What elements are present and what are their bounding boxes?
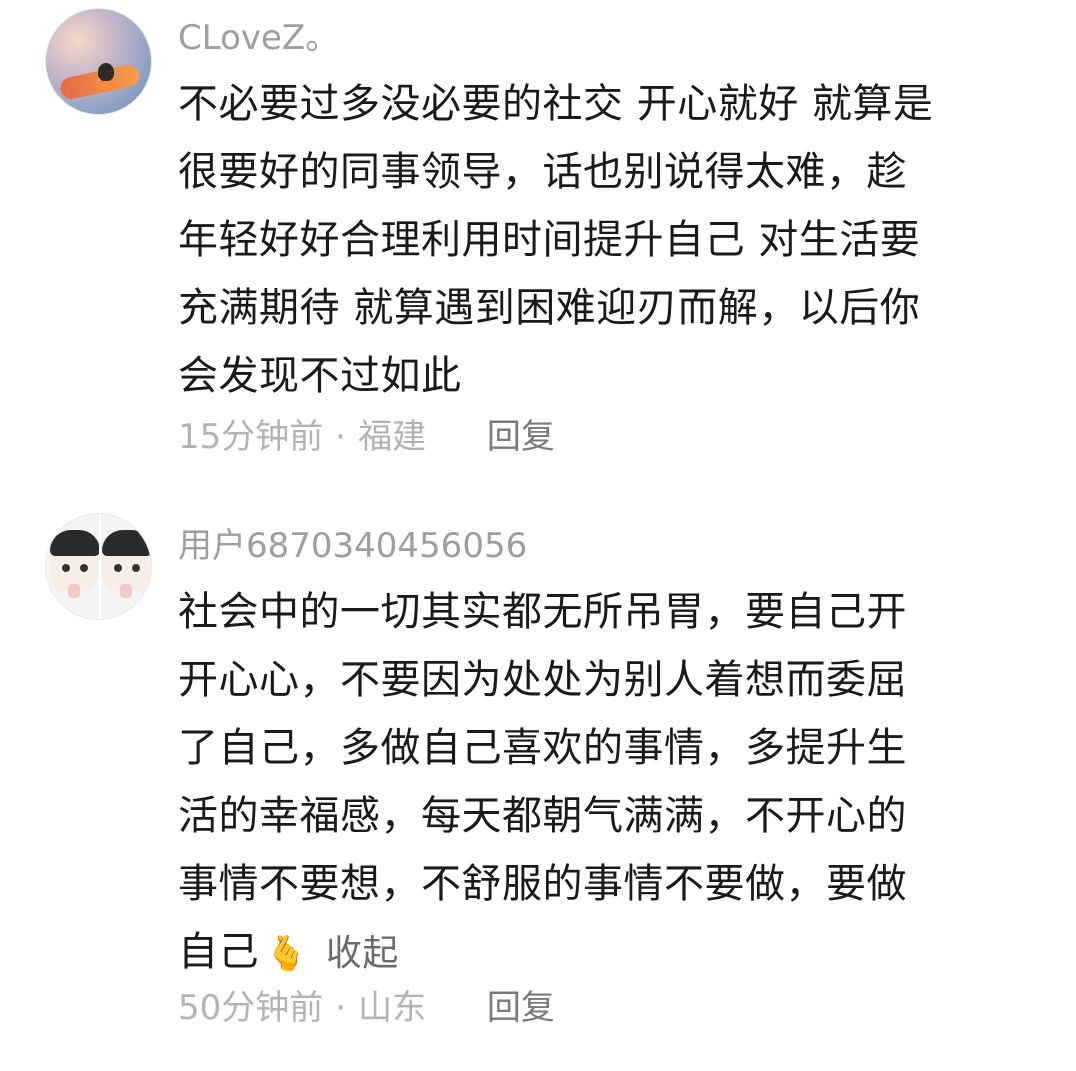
comment-line: 事情不要想，不舒服的事情不要做，要做 bbox=[178, 861, 907, 907]
comment-line: 社会中的一切其实都无所吊胃，要自己开 bbox=[178, 589, 907, 635]
reply-button[interactable]: 回复 bbox=[487, 988, 555, 1028]
avatar-hair-left bbox=[50, 530, 100, 556]
figure-head bbox=[98, 63, 114, 81]
comment-location: 山东 bbox=[358, 988, 427, 1028]
comment-line: 年轻好好合理利用时间提升自己 对生活要 bbox=[178, 217, 921, 263]
comment-line: 很要好的同事领导，话也别说得太难，趁 bbox=[178, 149, 907, 195]
user-avatar[interactable] bbox=[45, 8, 152, 115]
avatar-mouth bbox=[68, 584, 80, 598]
comment-text: 社会中的一切其实都无所吊胃，要自己开 开心心，不要因为处处为别人着想而委屈 了自… bbox=[178, 578, 1038, 988]
comment-time: 15分钟前 bbox=[178, 417, 324, 457]
avatar-eye bbox=[80, 564, 88, 572]
avatar-divider bbox=[99, 514, 101, 619]
comment-line: 活的幸福感，每天都朝气满满，不开心的 bbox=[178, 793, 907, 839]
meta-separator: · bbox=[335, 417, 347, 457]
comment-line: 充满期待 就算遇到困难迎刃而解，以后你 bbox=[178, 285, 921, 331]
comment-item: 用户6870340456056 社会中的一切其实都无所吊胃，要自己开 开心心，不… bbox=[0, 505, 1076, 1065]
avatar-eye bbox=[132, 564, 140, 572]
comment-meta: 50分钟前 · 山东 回复 bbox=[178, 988, 555, 1028]
avatar-eye bbox=[62, 564, 70, 572]
finger-heart-icon: 🫰 bbox=[265, 934, 308, 974]
comment-username[interactable]: CLoveZ。 bbox=[178, 18, 339, 58]
collapse-button[interactable]: 收起 bbox=[326, 920, 399, 988]
comment-location: 福建 bbox=[358, 417, 427, 457]
comment-meta: 15分钟前 · 福建 回复 bbox=[178, 417, 555, 457]
comment-username[interactable]: 用户6870340456056 bbox=[178, 526, 527, 566]
avatar-eye bbox=[114, 564, 122, 572]
avatar-mouth bbox=[120, 584, 132, 598]
avatar-hair-right bbox=[102, 530, 151, 556]
comment-line: 不必要过多没必要的社交 开心就好 就算是 bbox=[178, 81, 934, 127]
reply-button[interactable]: 回复 bbox=[487, 417, 555, 457]
comment-time: 50分钟前 bbox=[178, 988, 324, 1028]
comment-line: 了自己，多做自己喜欢的事情，多提升生 bbox=[178, 725, 907, 771]
comment-line: 开心心，不要因为处处为别人着想而委屈 bbox=[178, 657, 907, 703]
comment-line: 自己 bbox=[178, 929, 259, 975]
user-avatar[interactable] bbox=[45, 513, 152, 620]
comment-text: 不必要过多没必要的社交 开心就好 就算是 很要好的同事领导，话也别说得太难，趁 … bbox=[178, 70, 1038, 410]
comment-item: CLoveZ。 不必要过多没必要的社交 开心就好 就算是 很要好的同事领导，话也… bbox=[0, 0, 1076, 490]
meta-separator: · bbox=[335, 988, 347, 1028]
comment-last-line: 自己 🫰 收起 bbox=[178, 918, 1038, 988]
comment-line: 会发现不过如此 bbox=[178, 353, 462, 399]
